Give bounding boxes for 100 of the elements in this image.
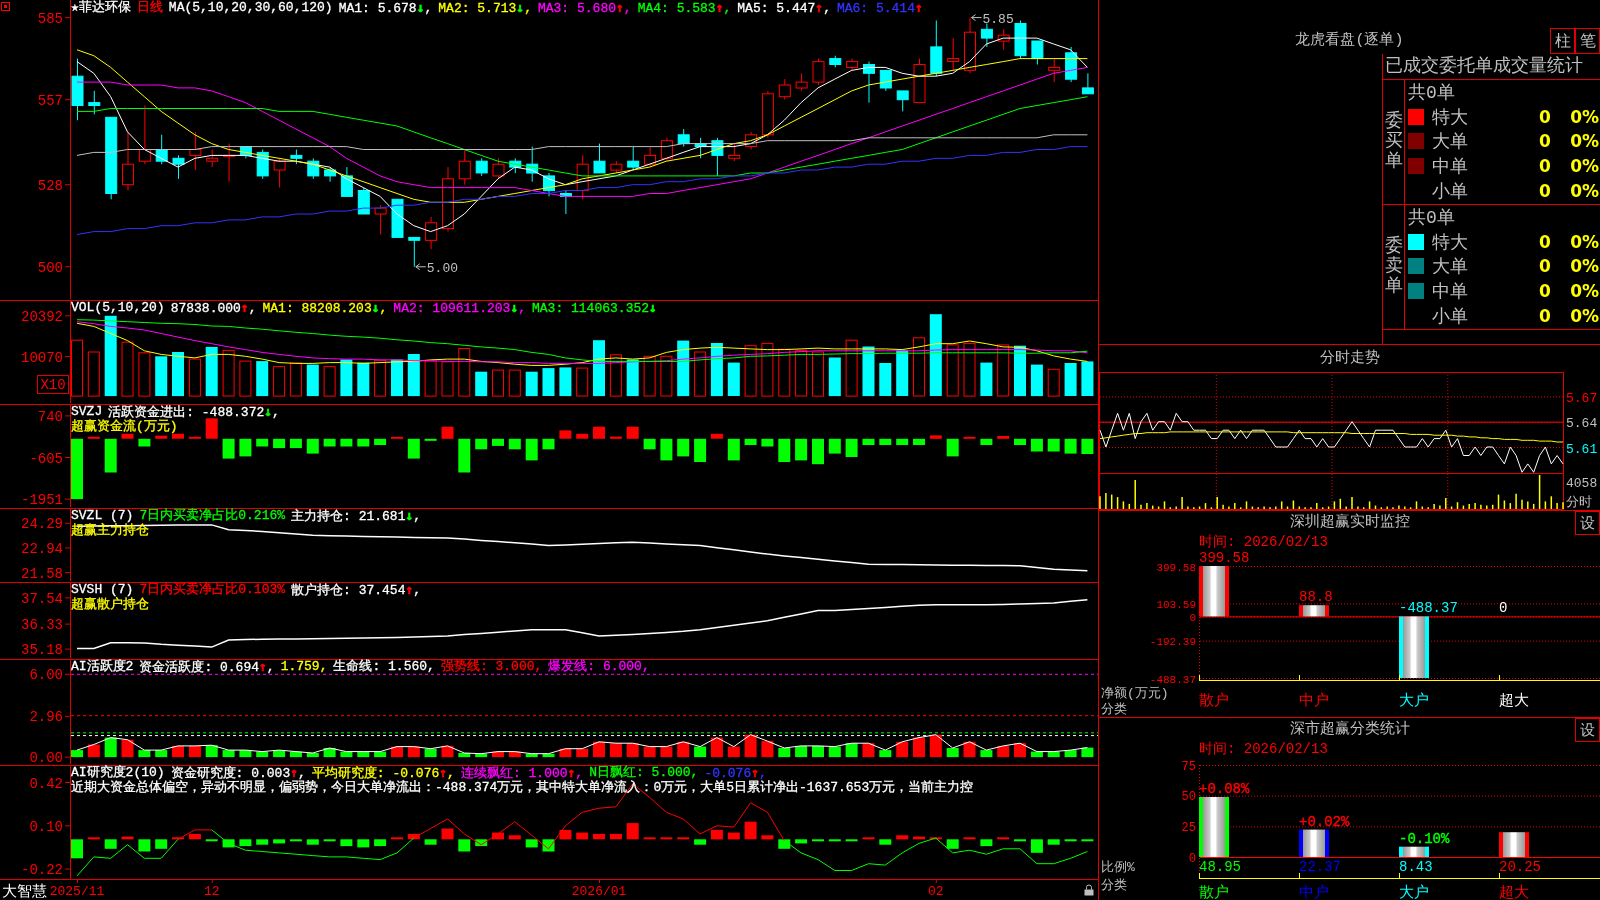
chart-bar (121, 836, 134, 840)
candlestick (947, 37, 960, 71)
candlestick (846, 58, 859, 71)
chart-bar (340, 438, 353, 447)
timestamp-label: 时间: 2026/02/13 (1199, 534, 1328, 550)
chart-bar (391, 837, 403, 840)
chart-bar (273, 438, 286, 449)
settings-button[interactable]: 设 (1575, 511, 1600, 535)
axis-label: 35.18 (21, 642, 63, 659)
chart-bar (1499, 832, 1529, 857)
value-label: -488.37 (1399, 600, 1458, 617)
chart-bar (492, 369, 504, 397)
candlestick (997, 28, 1010, 51)
change-label: +0.02% (1299, 813, 1350, 830)
chart-bar (660, 438, 673, 461)
chart-bar (87, 351, 100, 397)
candlestick (442, 166, 454, 233)
legend-item: MA6: 5.414↑ (836, 1, 923, 16)
chart-bar (87, 436, 100, 439)
axis-label: 6.00 (29, 667, 63, 684)
lock-icon[interactable] (1084, 884, 1094, 896)
axis-label: 0 (1189, 611, 1196, 624)
axis-label: 20392 (21, 308, 63, 325)
candlestick (340, 166, 353, 197)
chart-bar (963, 342, 976, 397)
chart-bar (559, 829, 572, 840)
chart-bar (744, 345, 757, 397)
chart-bar (946, 748, 959, 758)
candlestick (543, 172, 555, 197)
legend-item: MA(5,10,20,30,60,120) (168, 1, 333, 16)
axis-label: 25 (1181, 820, 1196, 835)
chart-bar (256, 361, 269, 397)
axis-title: 净额(万元) (1101, 686, 1169, 701)
timestamp-label: 时间: 2026/02/13 (1199, 741, 1328, 757)
chart-bar (289, 362, 302, 397)
candlestick (913, 58, 926, 104)
chart-bar (1199, 797, 1229, 857)
legend-item: AI活跃度2 (71, 660, 134, 675)
chart-bar (879, 363, 892, 396)
candlestick (593, 143, 606, 174)
legend-item: MA5: 5.447↑, (737, 1, 831, 16)
category-label: 散户 (1199, 885, 1229, 900)
legend-item: -0.076↑, (704, 766, 767, 781)
order-count: 0 (1538, 256, 1552, 277)
view-mode-button[interactable]: 笔 (1575, 28, 1600, 54)
order-size-label: 特大 (1432, 231, 1469, 254)
settings-button[interactable]: 设 (1575, 718, 1600, 742)
candlestick (711, 137, 724, 177)
chart-bar (239, 750, 252, 758)
legend-item: VOL(5,10,20) (71, 301, 165, 316)
candlestick (475, 157, 488, 177)
legend-item: AI研究度2(10) (71, 766, 165, 780)
chart-bar (289, 438, 302, 449)
order-size-label: 中单 (1432, 156, 1469, 179)
chart-bar (205, 839, 218, 842)
chart-bar (795, 438, 808, 461)
chart-bar (492, 832, 504, 840)
chart-bar (710, 433, 723, 439)
view-mode-button[interactable]: 柱 (1550, 28, 1575, 54)
chart-bar (727, 438, 740, 461)
chart-bar (576, 367, 589, 397)
chart-bar (694, 438, 707, 462)
candlestick (425, 216, 438, 250)
chart-bar (424, 839, 437, 845)
chart-bar (744, 438, 757, 445)
legend-item: MA3: 5.680↑, (537, 1, 632, 16)
axis-label: 5.64 (1566, 416, 1598, 432)
chart-bar (475, 438, 488, 450)
chart-bar (862, 346, 875, 397)
chart-bar (862, 438, 875, 445)
chart-bar (205, 346, 218, 397)
chart-bar (374, 839, 387, 847)
legend-item: 连续飘红: 1.000↑, (460, 766, 584, 781)
legend-item: SVZJ (71, 405, 103, 419)
change-label: +0.08% (1199, 781, 1250, 797)
legend-item: MA1: 88208.203↓, (262, 301, 388, 316)
candlestick (694, 137, 707, 159)
section-label: 委买单 (1384, 112, 1403, 172)
order-count: 0 (1538, 156, 1552, 177)
axis-label: -605 (29, 450, 63, 467)
axis-label: 22.94 (21, 540, 63, 557)
candlestick (88, 90, 101, 115)
chart-bar (710, 829, 723, 840)
candlestick (509, 157, 522, 174)
section-label: 委卖单 (1384, 237, 1403, 297)
order-size-label: 小单 (1432, 305, 1469, 328)
candlestick (930, 20, 943, 77)
value-label: 20.25 (1499, 859, 1541, 875)
legend-item: 超赢主力持仓 (71, 524, 149, 538)
chart-bar (357, 438, 370, 447)
candlestick (644, 146, 657, 168)
chart-bar (1081, 839, 1094, 842)
order-size-label: 中单 (1432, 281, 1469, 304)
chart-bar (559, 367, 572, 397)
legend-item: SVSH (7) (71, 583, 134, 597)
square-icon (1, 2, 10, 11)
axis-label: 399.58 (1156, 561, 1196, 574)
legend-item: SVZL (7) (71, 509, 134, 523)
candlestick (576, 154, 589, 200)
chart-bar (1030, 438, 1043, 452)
